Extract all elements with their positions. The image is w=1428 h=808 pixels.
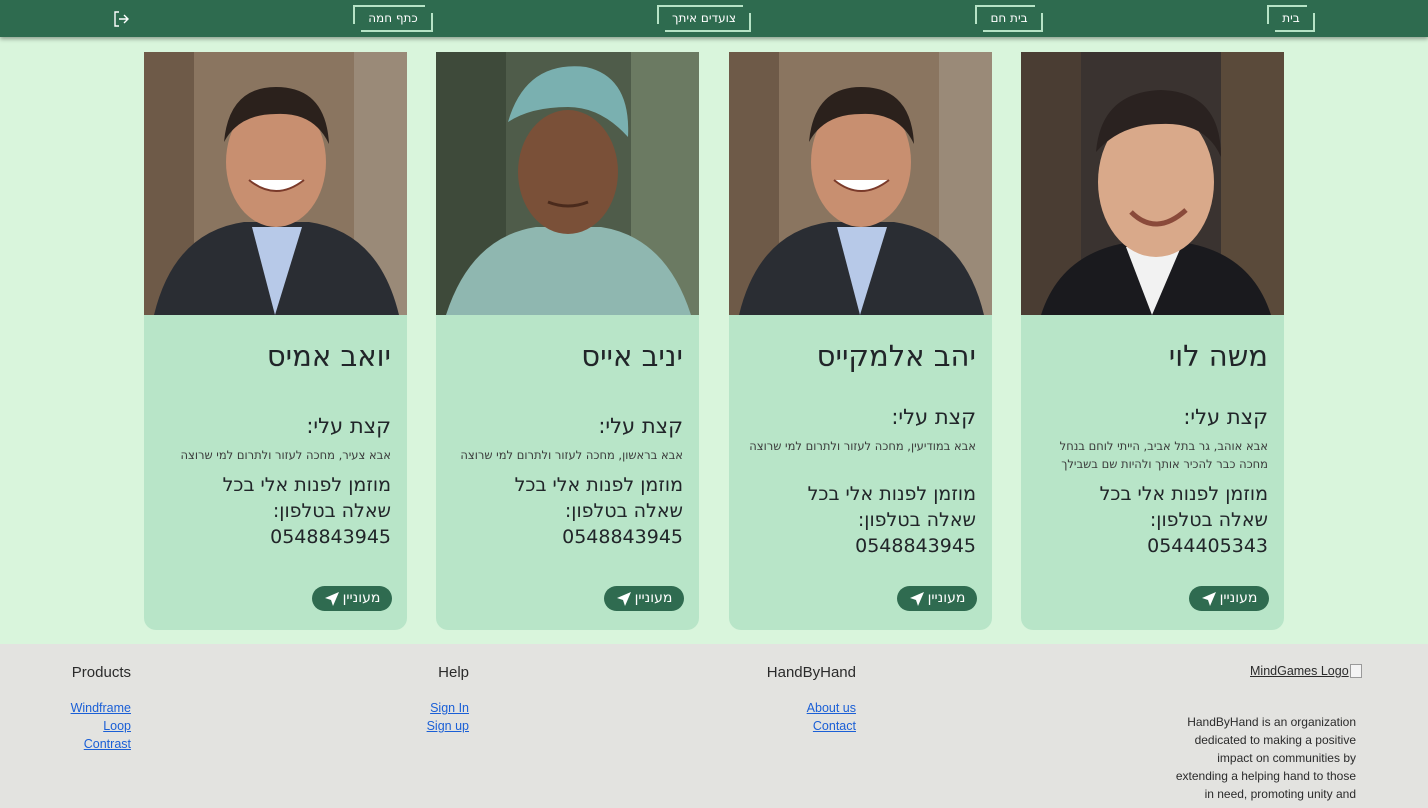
footer-column-title: HandByHand (766, 664, 856, 681)
interested-button[interactable]: מעוניין (1189, 586, 1269, 611)
footer-link-about-us[interactable]: About us (756, 701, 856, 715)
contact-line: שאלה בטלפון: (272, 500, 391, 522)
contact-text: מוזמן לפנות אלי בכל שאלה בטלפון: 0548843… (156, 472, 391, 550)
send-icon (616, 591, 631, 606)
volunteer-name: יהב אלמקייס (816, 339, 976, 373)
interested-button[interactable]: מעוניין (604, 586, 684, 611)
about-text: אבא צעיר, מחכה לעזור ולתרום למי שרוצה (180, 448, 391, 462)
send-icon (1201, 591, 1216, 606)
footer: MindGames Logo HandByHand is an organiza… (0, 644, 1428, 808)
volunteer-card: יהב אלמקייס קצת עלי: אבא במודיעין, מחכה … (729, 52, 992, 630)
phone-number: 0544405343 (1147, 535, 1268, 557)
footer-link-contrast[interactable]: Contrast (31, 737, 131, 751)
send-icon (324, 591, 339, 606)
about-text: אבא במודיעין, מחכה לעזור ולתרום למי שרוצ… (749, 439, 976, 453)
phone-number: 0548843945 (270, 526, 391, 548)
nav-item-warm-shoulder[interactable]: כתף חמה (352, 4, 434, 33)
volunteer-name: יניב אייס (581, 339, 683, 373)
contact-line: מוזמן לפנות אלי בכל (807, 483, 976, 505)
volunteer-card: משה לוי קצת עלי: אבא אוהב, גר בתל אביב, … (1021, 52, 1284, 630)
contact-line: שאלה בטלפון: (1149, 509, 1268, 531)
footer-link-loop[interactable]: Loop (31, 719, 131, 733)
about-title: קצת עלי: (598, 414, 683, 438)
about-title: קצת עלי: (306, 414, 391, 438)
logout-icon[interactable] (112, 10, 130, 28)
contact-line: שאלה בטלפון: (564, 500, 683, 522)
volunteer-name: משה לוי (1168, 339, 1268, 373)
send-icon (909, 591, 924, 606)
contact-line: מוזמן לפנות אלי בכל (222, 474, 391, 496)
contact-text: מוזמן לפנות אלי בכל שאלה בטלפון: 0548843… (448, 472, 683, 550)
contact-line: שאלה בטלפון: (857, 509, 976, 531)
volunteer-photo (729, 52, 992, 315)
about-title: קצת עלי: (891, 405, 976, 429)
volunteer-card: יואב אמיס קצת עלי: אבא צעיר, מחכה לעזור … (144, 52, 407, 630)
interested-button-label: מעוניין (1219, 590, 1258, 606)
nav-item-home[interactable]: בית (1266, 4, 1316, 33)
about-title: קצת עלי: (1183, 405, 1268, 429)
about-text: אבא אוהב, גר בתל אביב, הייתי לוחם בנחל מ… (1059, 439, 1268, 471)
phone-number: 0548843945 (562, 526, 683, 548)
contact-text: מוזמן לפנות אלי בכל שאלה בטלפון: 0548843… (741, 481, 976, 559)
contact-text: מוזמן לפנות אלי בכל שאלה בטלפון: 0544405… (1033, 481, 1268, 559)
nav-item-walking-with-you[interactable]: צועדים איתך (656, 4, 752, 33)
interested-button-label: מעוניין (634, 590, 673, 606)
about-text: אבא בראשון, מחכה לעזור ולתרום למי שרוצה (460, 448, 683, 462)
footer-column-title: Products (71, 664, 131, 681)
footer-logo[interactable]: MindGames Logo (1250, 664, 1362, 678)
contact-line: מוזמן לפנות אלי בכל (1099, 483, 1268, 505)
top-navbar: בית בית חם צועדים איתך כתף חמה (0, 0, 1428, 37)
volunteer-name: יואב אמיס (266, 339, 391, 373)
volunteer-photo (144, 52, 407, 315)
interested-button[interactable]: מעוניין (312, 586, 392, 611)
footer-link-contact[interactable]: Contact (756, 719, 856, 733)
footer-link-sign-in[interactable]: Sign In (369, 701, 469, 715)
footer-column-title: Help (438, 664, 469, 681)
footer-link-sign-up[interactable]: Sign up (369, 719, 469, 733)
footer-link-windframe[interactable]: Windframe (31, 701, 131, 715)
volunteer-photo (1021, 52, 1284, 315)
phone-number: 0548843945 (855, 535, 976, 557)
interested-button[interactable]: מעוניין (897, 586, 977, 611)
footer-description: HandByHand is an organization dedicated … (1175, 715, 1356, 801)
nav-item-warm-home[interactable]: בית חם (974, 4, 1044, 33)
broken-image-icon (1349, 664, 1362, 678)
interested-button-label: מעוניין (927, 590, 966, 606)
volunteer-card: יניב אייס קצת עלי: אבא בראשון, מחכה לעזו… (436, 52, 699, 630)
volunteer-photo (436, 52, 699, 315)
interested-button-label: מעוניין (342, 590, 381, 606)
logo-alt-text: MindGames Logo (1250, 664, 1349, 678)
contact-line: מוזמן לפנות אלי בכל (514, 474, 683, 496)
